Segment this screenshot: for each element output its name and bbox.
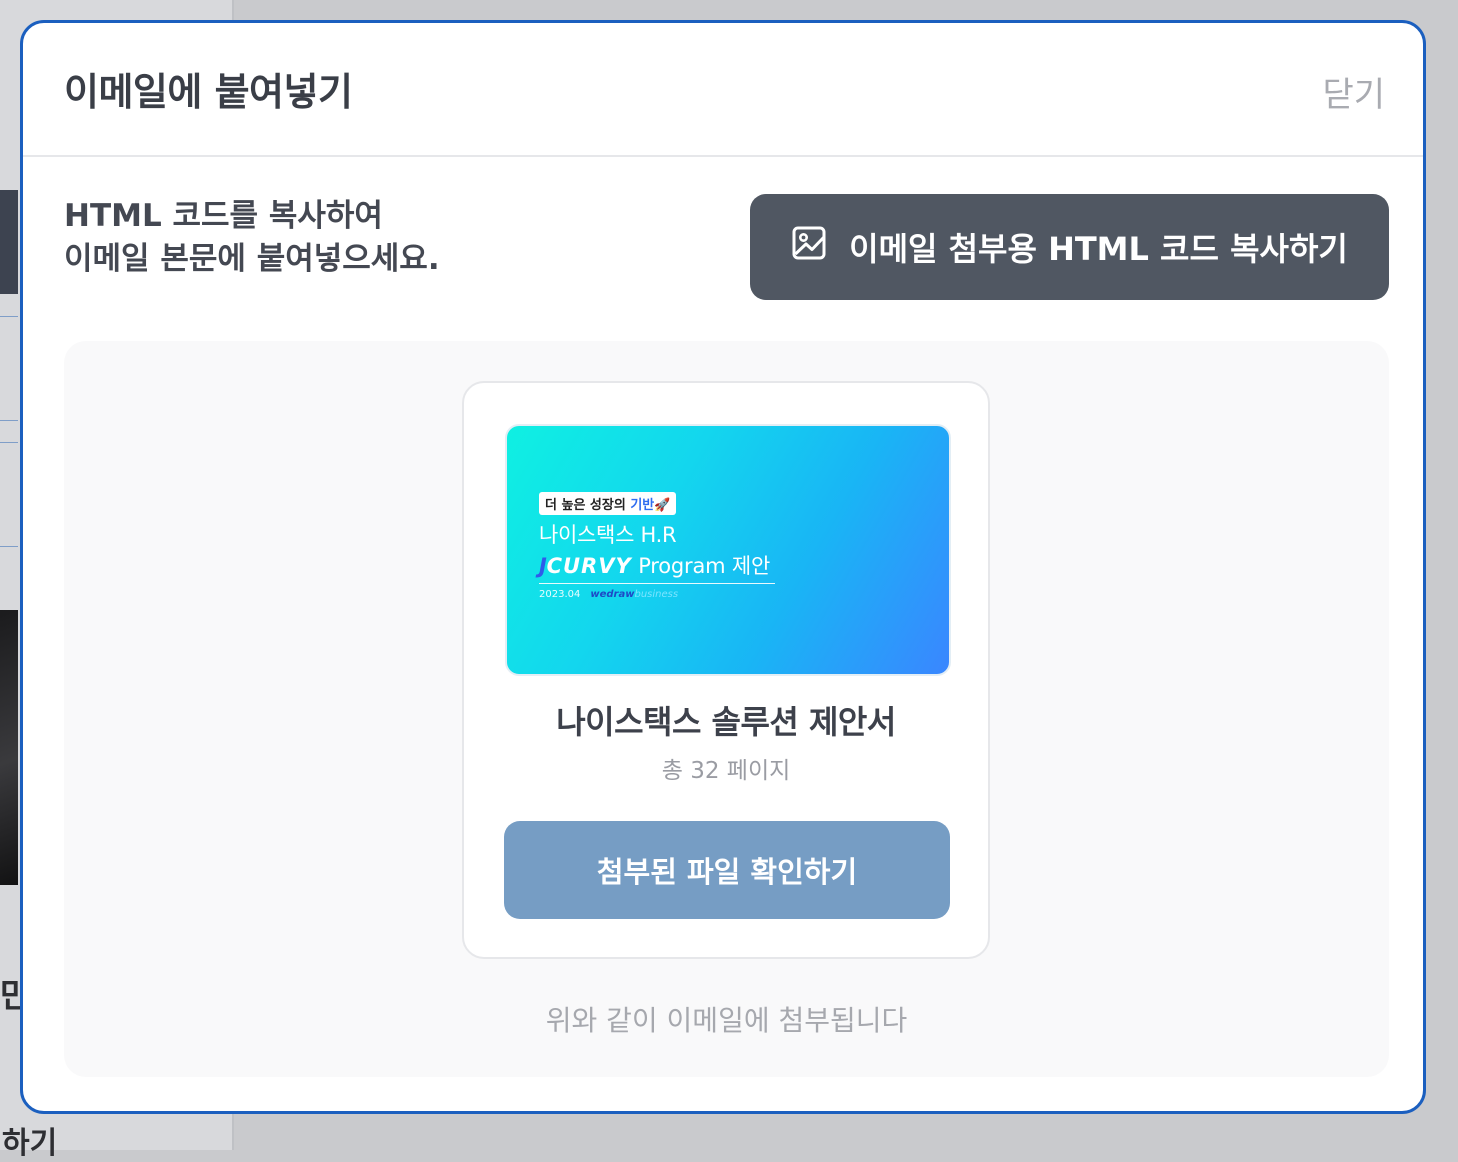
- close-button[interactable]: 닫기: [1322, 67, 1385, 116]
- background-divider: [0, 316, 18, 317]
- attachment-footnote: 위와 같이 이메일에 첨부됩니다: [545, 1004, 908, 1037]
- copy-button-label: 이메일 첨부용 HTML 코드 복사하기: [849, 230, 1348, 268]
- modal-title: 이메일에 붙여넣기: [64, 70, 353, 114]
- copy-html-code-button[interactable]: 이메일 첨부용 HTML 코드 복사하기: [750, 194, 1389, 300]
- instruction-text: HTML 코드를 복사하여 이메일 본문에 붙여넣으세요.: [64, 195, 440, 281]
- thumbnail-line-2: JCURVY Program 제안: [539, 554, 771, 578]
- background-dark-block: [0, 190, 18, 294]
- thumbnail-rule: [539, 583, 775, 584]
- view-attached-file-button[interactable]: 첨부된 파일 확인하기: [504, 821, 950, 919]
- paste-to-email-modal: 이메일에 붙여넣기 닫기 HTML 코드를 복사하여 이메일 본문에 붙여넣으세…: [20, 20, 1426, 1114]
- rocket-icon: 🚀: [654, 498, 671, 513]
- background-divider: [0, 442, 18, 443]
- background-text-bottom: 하기: [2, 1126, 58, 1161]
- email-preview-area: 더 높은 성장의 기반🚀 나이스택스 H.R JCURVY Program 제안…: [64, 341, 1389, 1077]
- attachment-card: 더 높은 성장의 기반🚀 나이스택스 H.R JCURVY Program 제안…: [462, 381, 990, 959]
- background-divider: [0, 546, 18, 547]
- document-title: 나이스택스 솔루션 제안서: [556, 703, 896, 741]
- thumbnail-tag: 더 높은 성장의 기반🚀: [539, 492, 677, 515]
- thumbnail-line-1: 나이스택스 H.R: [539, 523, 677, 547]
- background-image: [0, 610, 18, 885]
- document-thumbnail: 더 높은 성장의 기반🚀 나이스택스 H.R JCURVY Program 제안…: [505, 424, 951, 676]
- background-text: 만: [0, 976, 22, 1016]
- background-divider: [0, 420, 18, 421]
- instruction-line-1: HTML 코드를 복사하여: [64, 198, 383, 234]
- image-icon: [791, 225, 827, 269]
- document-page-count: 총 32 페이지: [661, 758, 791, 784]
- thumbnail-meta: 2023.04 wedrawbusiness: [539, 589, 679, 600]
- instruction-line-2: 이메일 본문에 붙여넣으세요.: [64, 241, 440, 277]
- modal-header: 이메일에 붙여넣기 닫기: [23, 23, 1423, 157]
